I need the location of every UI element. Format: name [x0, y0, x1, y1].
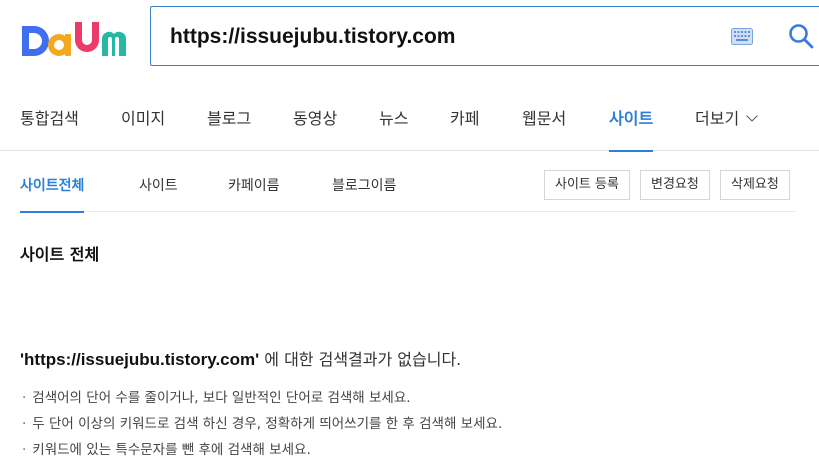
subtab-cafe-name[interactable]: 카페이름 — [228, 152, 280, 212]
tab-news[interactable]: 뉴스 — [379, 88, 408, 151]
tip-item: 키워드에 있는 특수문자를 뺀 후에 검색해 보세요. — [22, 441, 502, 467]
search-input[interactable] — [170, 21, 690, 53]
header — [0, 0, 819, 88]
search-icon[interactable] — [788, 23, 814, 49]
tab-blog[interactable]: 블로그 — [207, 88, 251, 151]
search-tips: 검색어의 단어 수를 줄이거나, 보다 일반적인 단어로 검색해 보세요. 두 … — [22, 389, 502, 467]
no-result-text: 에 대한 검색결과가 없습니다. — [259, 350, 462, 369]
tab-more-label: 더보기 — [695, 109, 740, 128]
change-request-button[interactable]: 변경요청 — [640, 170, 710, 200]
chevron-down-icon — [746, 110, 758, 122]
no-result-query: 'https://issuejubu.tistory.com' — [20, 350, 260, 369]
tab-image[interactable]: 이미지 — [121, 88, 165, 151]
no-result-message: 'https://issuejubu.tistory.com' 에 대한 검색결… — [20, 346, 461, 370]
tab-cafe[interactable]: 카페 — [450, 88, 479, 151]
delete-request-button[interactable]: 삭제요청 — [720, 170, 790, 200]
subtab-blog-name[interactable]: 블로그이름 — [332, 152, 396, 212]
site-register-button[interactable]: 사이트 등록 — [544, 170, 630, 200]
search-type-tabs: 통합검색 이미지 블로그 동영상 뉴스 카페 웹문서 사이트 더보기 — [0, 88, 819, 152]
tip-item: 두 단어 이상의 키워드로 검색 하신 경우, 정확하게 띄어쓰기를 한 후 검… — [22, 415, 502, 441]
daum-logo[interactable] — [20, 20, 126, 60]
tab-webdoc[interactable]: 웹문서 — [522, 88, 566, 151]
tip-item: 검색어의 단어 수를 줄이거나, 보다 일반적인 단어로 검색해 보세요. — [22, 389, 502, 415]
tab-integrated[interactable]: 통합검색 — [20, 88, 79, 151]
tab-video[interactable]: 동영상 — [293, 88, 337, 151]
tab-more[interactable]: 더보기 — [695, 88, 758, 151]
site-subtabs: 사이트전체 사이트 카페이름 블로그이름 사이트 등록 변경요청 삭제요청 — [20, 152, 796, 213]
subtab-all-sites[interactable]: 사이트전체 — [20, 152, 85, 213]
tab-site[interactable]: 사이트 — [609, 88, 654, 152]
section-title: 사이트 전체 — [20, 245, 100, 264]
keyboard-icon[interactable] — [731, 28, 753, 45]
search-box — [150, 6, 819, 66]
subtab-site[interactable]: 사이트 — [139, 152, 178, 212]
